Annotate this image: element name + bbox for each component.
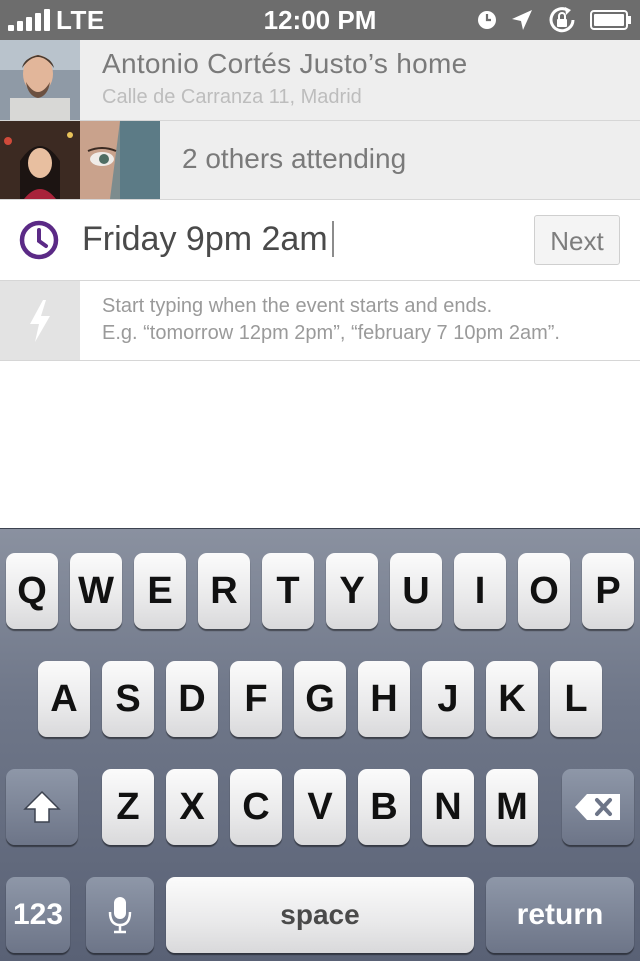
key-f[interactable]: F (230, 661, 282, 737)
key-h[interactable]: H (358, 661, 410, 737)
return-key[interactable]: return (486, 877, 634, 953)
next-button[interactable]: Next (534, 215, 620, 265)
hint-line-2: E.g. “tomorrow 12pm 2pm”, “february 7 10… (102, 322, 560, 344)
event-time-input[interactable]: Friday 9pm 2am (82, 214, 334, 264)
host-address: Calle de Carranza 11, Madrid (102, 86, 362, 108)
key-r[interactable]: R (198, 553, 250, 629)
clock-icon (19, 220, 59, 260)
shift-key[interactable] (6, 769, 78, 845)
key-l[interactable]: L (550, 661, 602, 737)
key-s[interactable]: S (102, 661, 154, 737)
text-caret (331, 221, 334, 257)
host-avatar (0, 40, 80, 120)
hint-row: Start typing when the event starts and e… (0, 281, 640, 361)
key-v[interactable]: V (294, 769, 346, 845)
key-a[interactable]: A (38, 661, 90, 737)
attendee-avatar (0, 121, 80, 199)
hint-icon-block (0, 281, 80, 360)
key-u[interactable]: U (390, 553, 442, 629)
hint-text: Start typing when the event starts and e… (102, 293, 560, 347)
key-i[interactable]: I (454, 553, 506, 629)
microphone-icon (108, 897, 132, 934)
status-bar: LTE 12:00 PM (0, 0, 640, 40)
key-j[interactable]: J (422, 661, 474, 737)
key-k[interactable]: K (486, 661, 538, 737)
time-input-row[interactable]: Friday 9pm 2am Next (0, 200, 640, 281)
attendees-summary: 2 others attending (182, 143, 407, 174)
keyboard: Q W E R T Y U I O P A S D F G H J K L Z … (0, 528, 640, 961)
host-location-row[interactable]: Antonio Cortés Justo’s home Calle de Car… (0, 40, 640, 121)
key-w[interactable]: W (70, 553, 122, 629)
key-m[interactable]: M (486, 769, 538, 845)
key-e[interactable]: E (134, 553, 186, 629)
event-time-value: Friday 9pm 2am (82, 220, 328, 258)
key-b[interactable]: B (358, 769, 410, 845)
rotation-lock-icon (546, 4, 578, 36)
dictation-key[interactable] (86, 877, 154, 953)
attendee-avatar (80, 121, 160, 199)
location-arrow-icon (510, 8, 534, 32)
shift-icon (23, 790, 61, 823)
lightning-bolt-icon (30, 299, 50, 342)
key-d[interactable]: D (166, 661, 218, 737)
attendees-row[interactable]: 2 others attending (0, 121, 640, 200)
key-c[interactable]: C (230, 769, 282, 845)
key-n[interactable]: N (422, 769, 474, 845)
key-z[interactable]: Z (102, 769, 154, 845)
alarm-clock-icon (476, 9, 498, 31)
attendee-avatars (0, 121, 160, 199)
status-right (476, 0, 632, 40)
battery-icon (590, 9, 632, 31)
numbers-key[interactable]: 123 (6, 877, 70, 953)
hint-line-1: Start typing when the event starts and e… (102, 295, 493, 317)
host-name: Antonio Cortés Justo’s home (102, 48, 468, 79)
key-t[interactable]: T (262, 553, 314, 629)
key-g[interactable]: G (294, 661, 346, 737)
key-o[interactable]: O (518, 553, 570, 629)
delete-key[interactable] (562, 769, 634, 845)
delete-icon (575, 794, 620, 820)
key-p[interactable]: P (582, 553, 634, 629)
space-key[interactable]: space (166, 877, 474, 953)
key-x[interactable]: X (166, 769, 218, 845)
key-y[interactable]: Y (326, 553, 378, 629)
key-q[interactable]: Q (6, 553, 58, 629)
